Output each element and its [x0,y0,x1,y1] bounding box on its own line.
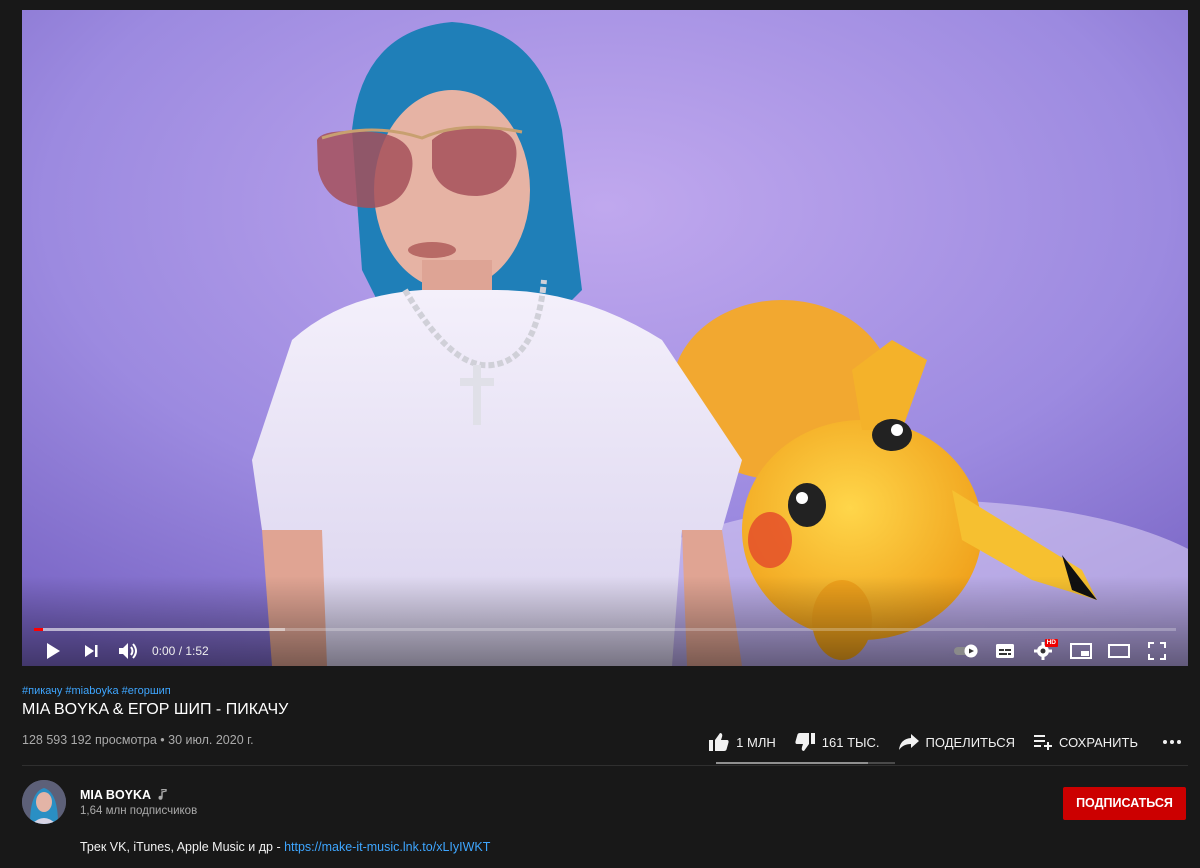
autoplay-toggle[interactable] [948,636,986,666]
hd-badge: HD [1044,639,1058,647]
time-display: 0:00 / 1:52 [152,644,209,658]
next-icon [85,645,98,657]
subscriber-count: 1,64 млн подписчиков [80,805,198,817]
share-button[interactable]: ПОДЕЛИТЬСЯ [898,733,1015,751]
video-title: MIA BOYKA & ЕГОР ШИП - ПИКАЧУ [22,701,289,718]
thumbs-up-icon [709,733,729,751]
autoplay-toggle-icon [954,644,978,658]
hashtag-link[interactable]: #miaboyka [65,685,118,697]
progress-bar[interactable] [34,628,1176,631]
time-current: 0:00 [152,644,176,658]
more-horizontal-icon [1163,740,1181,744]
progress-buffered [34,628,286,631]
description-text: Трек VK, iTunes, Apple Music и др - [80,840,285,854]
channel-name-text: MIA BOYKA [80,788,151,802]
hashtags: #пикачу #miaboyka #егоршип [22,685,174,697]
volume-icon [119,643,137,659]
like-button[interactable]: 1 МЛН [708,732,776,752]
video-meta: 128 593 192 просмотра • 30 июл. 2020 г. [22,733,254,747]
more-actions-button[interactable] [1162,739,1188,745]
subtitles-icon [996,644,1014,658]
meta-separator: • [156,733,169,747]
hashtag-link[interactable]: #пикачу [22,685,62,697]
channel-name[interactable]: MIA BOYKA [80,788,167,802]
volume-button[interactable] [110,636,148,666]
play-icon [47,643,60,659]
avatar-image [22,780,66,824]
save-label: СОХРАНИТЬ [1059,734,1138,750]
publish-date: 30 июл. 2020 г. [168,733,254,747]
video-description: Трек VK, iTunes, Apple Music и др - http… [80,840,490,854]
time-separator: / [175,644,186,658]
player-controls: 0:00 / 1:52 HD [34,636,1176,666]
divider [22,765,1188,766]
theater-mode-icon [1108,644,1130,658]
miniplayer-icon [1070,643,1092,659]
video-player[interactable]: 0:00 / 1:52 HD [22,10,1188,666]
dislike-count: 161 ТЫС. [821,734,880,750]
progress-played [34,628,44,631]
share-label: ПОДЕЛИТЬСЯ [925,734,1016,750]
sentiment-like-fill [716,762,869,764]
fullscreen-icon [1148,642,1166,660]
music-note-icon [158,789,167,800]
description-link[interactable]: https://make-it-music.lnk.to/xLIyIWKT [284,840,490,854]
theater-mode-button[interactable] [1100,636,1138,666]
subtitles-button[interactable] [986,636,1024,666]
dislike-button[interactable]: 161 ТЫС. [794,732,880,752]
settings-button[interactable]: HD [1024,636,1062,666]
share-icon [898,734,919,750]
video-actions: 1 МЛН 161 ТЫС. ПОДЕЛИТЬСЯ СОХРАНИТЬ [690,728,1188,756]
save-button[interactable]: СОХРАНИТЬ [1033,733,1138,751]
like-count: 1 МЛН [736,734,776,750]
sentiment-bar [716,762,895,764]
fullscreen-button[interactable] [1138,636,1176,666]
thumbs-down-icon [795,733,815,751]
miniplayer-button[interactable] [1062,636,1100,666]
add-to-playlist-icon [1034,735,1053,750]
next-button[interactable] [72,636,110,666]
view-count: 128 593 192 просмотра [22,733,157,747]
time-total: 1:52 [185,644,209,658]
channel-avatar[interactable] [22,780,66,824]
play-button[interactable] [34,636,72,666]
subscribe-button[interactable]: ПОДПИСАТЬСЯ [1063,787,1186,820]
video-frame [22,10,1188,666]
hashtag-link[interactable]: #егоршип [122,685,171,697]
